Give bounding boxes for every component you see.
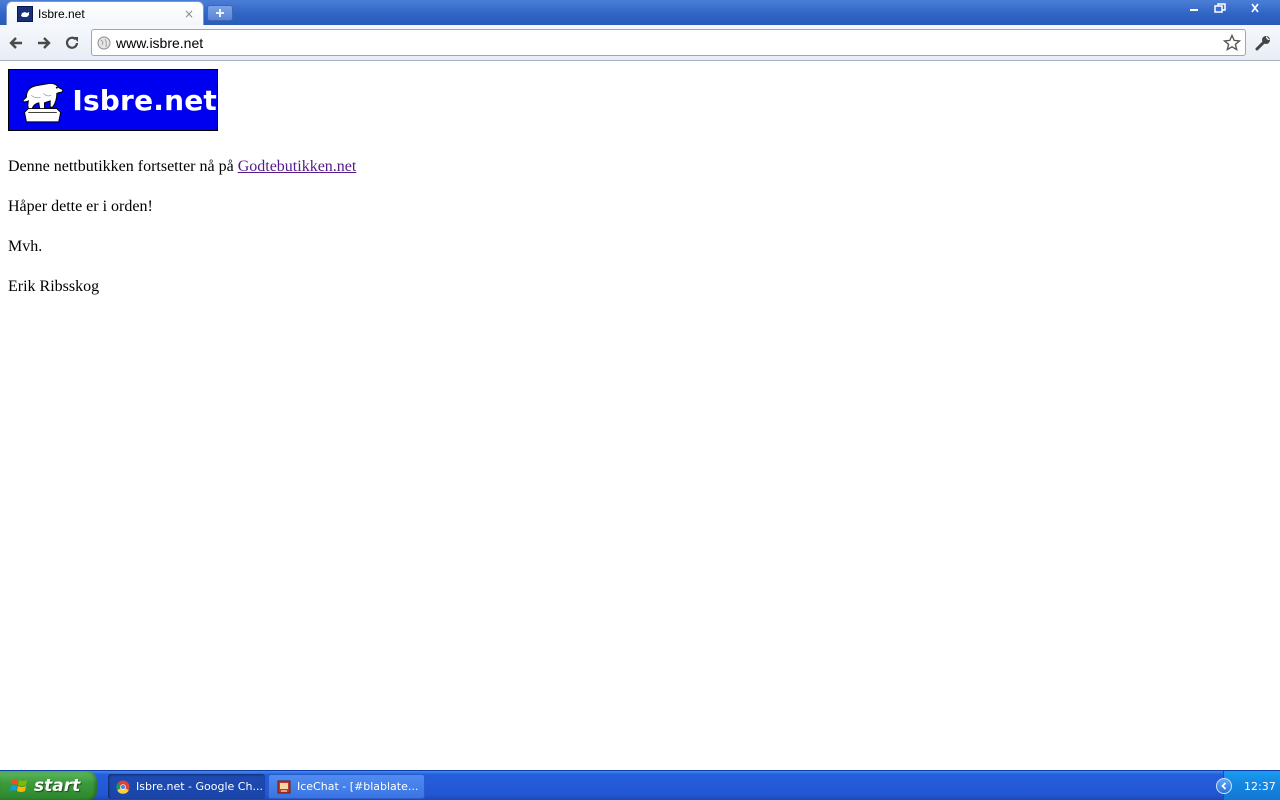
start-button[interactable]: start (0, 771, 97, 800)
window-controls (1182, 0, 1276, 18)
plus-icon (216, 9, 224, 17)
taskbar-item-icechat[interactable]: IceChat - [#blablate... (268, 774, 425, 799)
close-icon (1251, 3, 1259, 13)
system-tray: 12:37 (1216, 771, 1280, 800)
page-content: Isbre.net Denne nettbutikken fortsetter … (0, 62, 1280, 770)
clock[interactable]: 12:37 (1244, 780, 1276, 793)
godtebutikken-link[interactable]: Godtebutikken.net (238, 158, 357, 175)
browser-tab[interactable]: Isbre.net × (6, 1, 204, 25)
browser-toolbar (0, 25, 1280, 61)
message-line-1: Denne nettbutikken fortsetter nå på Godt… (8, 157, 356, 177)
favicon-icon (17, 5, 33, 22)
message-line-2: Håper dette er i orden! (8, 198, 153, 215)
globe-icon (96, 35, 112, 51)
taskbar-item-label: Isbre.net - Google Ch... (136, 780, 263, 793)
taskbar-item-chrome[interactable]: Isbre.net - Google Ch... (108, 774, 265, 799)
back-button[interactable] (4, 31, 28, 55)
windows-taskbar: start Isbre.net - Google Ch... IceChat -… (0, 770, 1280, 800)
chevron-left-icon (1221, 782, 1227, 790)
new-tab-button[interactable] (207, 5, 233, 21)
reload-button[interactable] (60, 31, 84, 55)
wrench-icon (1255, 36, 1270, 51)
taskbar-item-label: IceChat - [#blablate... (297, 780, 419, 793)
tab-close-icon[interactable]: × (181, 6, 197, 22)
minimize-icon (1190, 9, 1198, 11)
close-window-button[interactable] (1234, 0, 1276, 16)
restore-icon (1214, 3, 1226, 13)
reload-icon (65, 36, 79, 49)
forward-button[interactable] (32, 31, 56, 55)
tray-expand-button[interactable] (1216, 778, 1232, 794)
address-bar[interactable] (91, 29, 1246, 56)
minimize-button[interactable] (1182, 0, 1206, 16)
signature: Erik Ribsskog (8, 278, 100, 295)
restore-button[interactable] (1208, 0, 1232, 16)
start-label: start (34, 776, 81, 796)
site-logo: Isbre.net (8, 69, 218, 131)
windows-logo-icon (10, 779, 27, 792)
wrench-menu-button[interactable] (1252, 32, 1274, 54)
message-text: Denne nettbutikken fortsetter nå på (8, 158, 238, 175)
logo-text: Isbre.net (72, 83, 217, 117)
bookmark-star-icon[interactable] (1221, 32, 1243, 54)
back-arrow-icon (9, 37, 22, 49)
message-line-3: Mvh. (8, 238, 43, 255)
tab-title: Isbre.net (38, 6, 85, 21)
window-titlebar: Isbre.net × (0, 0, 1280, 25)
polar-bear-icon (21, 82, 64, 123)
icechat-icon (277, 780, 291, 793)
url-input[interactable] (116, 34, 1221, 51)
chrome-icon (116, 780, 130, 794)
forward-arrow-icon (38, 37, 51, 49)
